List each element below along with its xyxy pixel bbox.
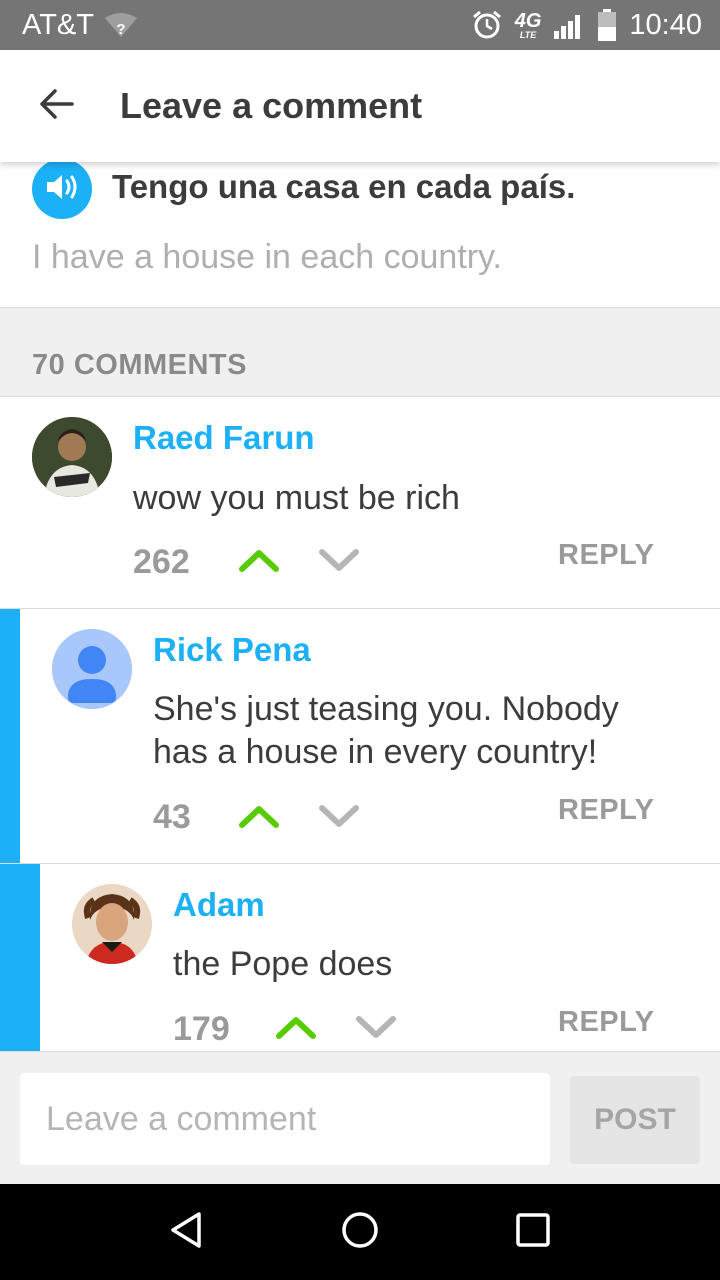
sentence-text: Tengo una casa en cada país.: [112, 168, 576, 205]
chevron-down-icon: [317, 546, 361, 579]
speaker-icon: [44, 172, 80, 207]
comment-text: the Pope does: [173, 945, 393, 983]
upvote-button[interactable]: [274, 1014, 318, 1044]
svg-text:?: ?: [116, 21, 125, 38]
system-nav-bar: [0, 1184, 720, 1280]
vote-count: 43: [153, 798, 191, 836]
reply-button[interactable]: REPLY: [558, 1006, 655, 1039]
chevron-up-icon: [237, 802, 281, 835]
reply-button[interactable]: REPLY: [558, 794, 655, 827]
upvote-button[interactable]: [237, 803, 281, 833]
chevron-up-icon: [237, 546, 281, 579]
comments-count: 70 COMMENTS: [32, 349, 247, 381]
status-bar: AT&T ? 4G LTE 10:40: [0, 0, 720, 50]
back-triangle-icon: [167, 1210, 207, 1255]
arrow-left-icon: [38, 88, 74, 125]
page-title: Leave a comment: [120, 85, 423, 126]
alarm-icon: [471, 9, 503, 41]
clock-time: 10:40: [629, 8, 702, 41]
comment-text: She's just teasing you. Nobody has a hou…: [153, 690, 619, 771]
network-sub-label: LTE: [519, 29, 537, 40]
vote-count: 262: [133, 543, 190, 581]
avatar[interactable]: [52, 629, 132, 709]
wifi-question-icon: ?: [104, 12, 138, 38]
nav-home-button[interactable]: [320, 1192, 400, 1272]
thread-indicator: [0, 609, 20, 863]
carrier-label: AT&T: [22, 8, 94, 41]
avatar[interactable]: [32, 417, 112, 497]
comment-item: Rick Pena She's just teasing you. Nobody…: [0, 609, 720, 864]
battery-icon: [597, 9, 617, 41]
recents-square-icon: [515, 1212, 551, 1253]
downvote-button[interactable]: [317, 547, 361, 577]
comment-author[interactable]: Rick Pena: [153, 631, 311, 669]
comment-item: Adam the Pope does 179 REPLY: [0, 864, 720, 1051]
downvote-button[interactable]: [354, 1014, 398, 1044]
comment-author[interactable]: Raed Farun: [133, 419, 315, 457]
back-button[interactable]: [0, 50, 110, 162]
network-label: 4G: [514, 9, 542, 32]
chevron-down-icon: [354, 1013, 398, 1046]
comment-author[interactable]: Adam: [173, 886, 265, 924]
signal-icon: [553, 11, 585, 39]
nav-recents-button[interactable]: [493, 1192, 573, 1272]
upvote-button[interactable]: [237, 547, 281, 577]
post-button[interactable]: POST: [570, 1076, 700, 1164]
comment-text: wow you must be rich: [133, 479, 460, 517]
chevron-down-icon: [317, 802, 361, 835]
sentence-translation: I have a house in each country.: [32, 238, 503, 276]
avatar[interactable]: [72, 884, 152, 964]
compose-bar: POST: [0, 1051, 720, 1184]
nav-back-button[interactable]: [147, 1192, 227, 1272]
app-bar: Leave a comment: [0, 50, 720, 162]
network-type-icon: 4G LTE: [515, 11, 542, 40]
comment-item: Raed Farun wow you must be rich 262 REPL…: [0, 397, 720, 609]
comment-input[interactable]: [20, 1073, 550, 1165]
chevron-up-icon: [274, 1013, 318, 1046]
downvote-button[interactable]: [317, 803, 361, 833]
reply-button[interactable]: REPLY: [558, 539, 655, 572]
vote-count: 179: [173, 1010, 230, 1048]
play-audio-button[interactable]: [32, 159, 92, 219]
comments-header: 70 COMMENTS: [0, 309, 720, 397]
home-circle-icon: [340, 1210, 380, 1255]
thread-indicator: [0, 864, 40, 1051]
sentence-card: Tengo una casa en cada país. I have a ho…: [0, 159, 720, 308]
